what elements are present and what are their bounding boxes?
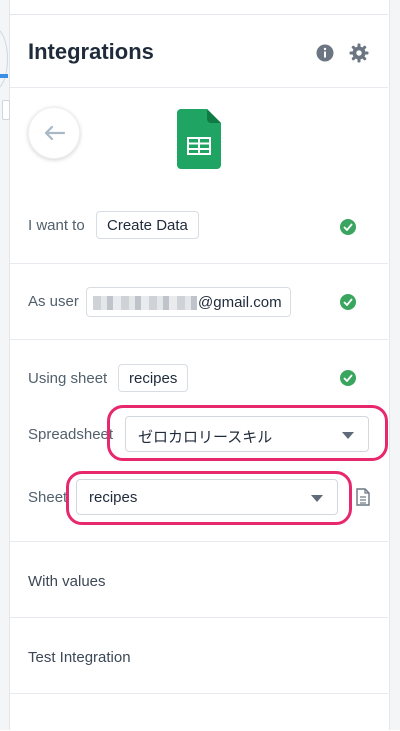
check-circle-icon [340, 219, 356, 235]
divider [10, 693, 388, 694]
sheet-value-chip[interactable]: recipes [118, 364, 189, 392]
sheet-field-label: Sheet [28, 489, 68, 506]
divider [10, 617, 388, 618]
background-accent-bar [0, 74, 8, 78]
action-label: I want to [28, 217, 85, 234]
background-scroll-edge [389, 0, 400, 730]
divider [10, 263, 388, 264]
spreadsheet-select[interactable]: ゼロカロリースキル [125, 416, 369, 452]
chevron-down-icon [342, 432, 354, 439]
integrations-panel: Integrations I want to Create Data As us… [10, 14, 388, 731]
with-values-section[interactable]: With values [28, 573, 106, 590]
test-integration-section[interactable]: Test Integration [28, 649, 131, 666]
email-suffix: @gmail.com [198, 294, 282, 311]
user-email-chip[interactable]: @gmail.com [86, 287, 291, 317]
arrow-left-icon [44, 125, 65, 141]
spreadsheet-label: Spreadsheet [28, 426, 114, 443]
redacted-email-prefix [93, 296, 197, 311]
action-value-chip[interactable]: Create Data [96, 211, 199, 239]
check-circle-icon [340, 294, 356, 310]
sheet-select-value: recipes [89, 489, 138, 506]
divider [10, 339, 388, 340]
page-title: Integrations [28, 39, 154, 64]
sheet-label: Using sheet [28, 370, 108, 387]
gear-icon[interactable] [349, 43, 369, 63]
check-circle-icon [340, 370, 356, 386]
sheet-select[interactable]: recipes [76, 479, 338, 515]
back-button[interactable] [28, 107, 80, 159]
google-sheets-icon [177, 109, 221, 169]
divider [10, 541, 388, 542]
info-icon[interactable] [316, 44, 334, 62]
panel-header: Integrations [10, 15, 388, 88]
chevron-down-icon [311, 495, 323, 502]
spreadsheet-select-value: ゼロカロリースキル [138, 429, 273, 446]
background-control [2, 100, 10, 120]
document-icon[interactable] [356, 488, 370, 506]
background-circle [0, 28, 8, 90]
user-label: As user [28, 293, 79, 310]
background-app-edge [0, 0, 10, 730]
